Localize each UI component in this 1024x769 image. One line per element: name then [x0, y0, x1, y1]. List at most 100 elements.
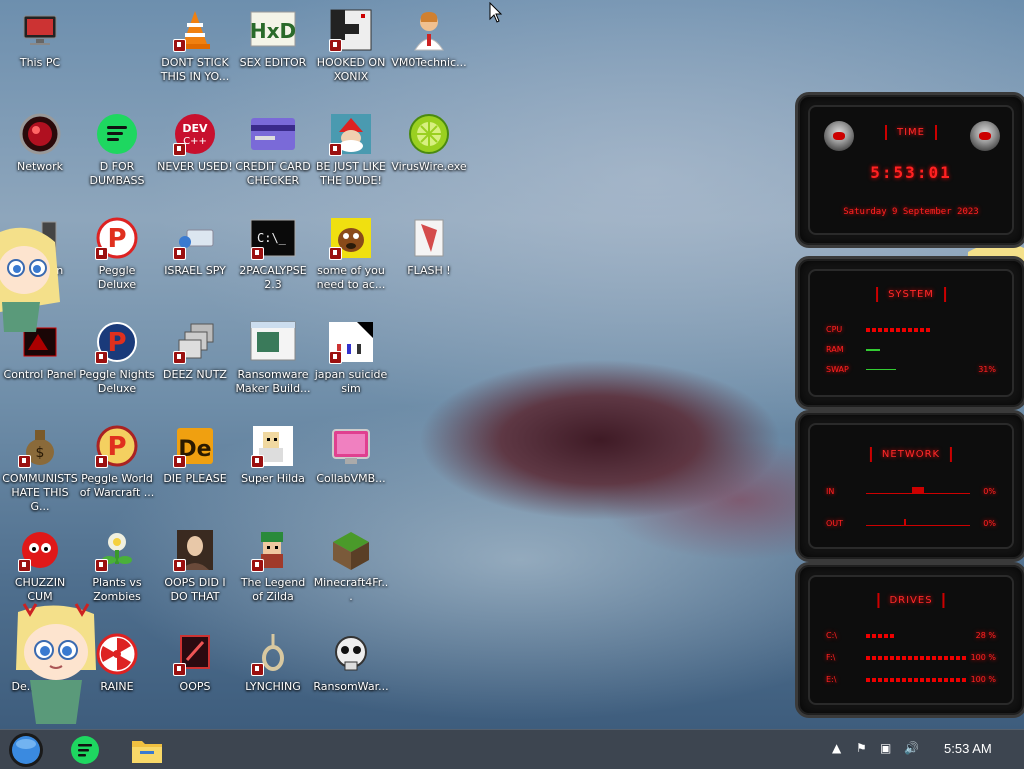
icon-label: DONT STICK THIS IN YO... [160, 56, 230, 83]
shortcut-badge-icon [95, 559, 108, 572]
desktop-icon-2pacalypse[interactable]: C:\_ 2PACALYPSE 2.3 [234, 214, 312, 292]
icon-label: japan suicide sim [314, 368, 388, 395]
minecraft-icon [327, 526, 375, 574]
desktop-icon-flash[interactable]: FLASH ! [390, 214, 468, 278]
desktop-icon-viruswire[interactable]: VirusWire.exe [390, 110, 468, 174]
doctor-icon [405, 6, 453, 54]
desktop-icon-sex-editor[interactable]: HxD SEX EDITOR [234, 6, 312, 70]
desktop-icon-ransomware-maker[interactable]: Ransomware Maker Build... [234, 318, 312, 396]
shortcut-badge-icon [173, 247, 186, 260]
desktop-icon-some-of-you[interactable]: some of you need to ac... [312, 214, 390, 292]
devcpp-icon: DEV C++ [171, 110, 219, 158]
in-value: 0% [983, 487, 996, 496]
system-title: SYSTEM [876, 287, 946, 302]
desktop-icon-oops-did-i[interactable]: OOPS DID I DO THAT [156, 526, 234, 604]
skull-icon [327, 630, 375, 678]
oops-icon [171, 630, 219, 678]
taskbar-pinned-chat[interactable] [62, 730, 108, 769]
desktop-icon-chuzzin[interactable]: CHUZZIN CUM [1, 526, 79, 604]
ransomware-maker-icon [249, 318, 297, 366]
mouse-cursor-icon [489, 2, 503, 23]
drive-value: 28 % [975, 631, 996, 640]
svg-text:$: $ [36, 445, 45, 461]
xonix-icon [327, 6, 375, 54]
desktop-icon-be-just-like-the-dude[interactable]: BE JUST LIKE THE DUDE! [312, 110, 390, 188]
discord-like-icon [93, 110, 141, 158]
desktop-icon-minecraft[interactable]: Minecraft4Fr... [312, 526, 390, 604]
desktop-icon-never-used[interactable]: DEV C++ NEVER USED! [156, 110, 234, 174]
icon-label: OOPS [179, 680, 211, 693]
widget-time-panel: TIME 5:53:01 Saturday 9 September 2023 [795, 92, 1024, 248]
icon-label: The Legend of Zilda [240, 576, 306, 603]
svg-text:P: P [107, 224, 126, 254]
desktop-icon-hooked-on-xonix[interactable]: HOOKED ON XONIX [312, 6, 390, 84]
widget-network-panel: NETWORK IN 0% OUT 0% [795, 410, 1024, 562]
svg-text:DEV: DEV [182, 122, 208, 135]
swap-bar [866, 369, 896, 370]
shortcut-badge-icon [18, 559, 31, 572]
desktop-icon-peggle-nights[interactable]: P Peggle Nights Deluxe [78, 318, 156, 396]
de-icon: De [171, 422, 219, 470]
desktop-icon-japan-suicide-sim[interactable]: japan suicide sim [312, 318, 390, 396]
shortcut-badge-icon [95, 455, 108, 468]
desktop-icon-dont-stick[interactable]: DONT STICK THIS IN YO... [156, 6, 234, 84]
svg-text:P: P [107, 328, 126, 358]
desktop-icon-collabvm[interactable]: CollabVMB... [312, 422, 390, 486]
icon-label: Peggle Deluxe [97, 264, 137, 291]
out-value: 0% [983, 519, 996, 528]
shortcut-badge-icon [95, 247, 108, 260]
time-value: 5:53:01 [870, 163, 952, 182]
hilda-icon [249, 422, 297, 470]
volume-icon[interactable]: 🔊 [904, 741, 919, 755]
desktop-icon-credit-card-checker[interactable]: CREDIT CARD CHECKER [234, 110, 312, 188]
desktop-icon-plants-vs-zombies[interactable]: Plants vs Zombies [78, 526, 156, 604]
alien-head-icon [824, 121, 854, 151]
svg-text:P: P [107, 432, 126, 462]
desktop-icon-die-please[interactable]: De DIE PLEASE [156, 422, 234, 486]
network-tray-icon[interactable]: ▣ [880, 741, 891, 755]
taskbar-pinned-file-explorer[interactable] [122, 730, 172, 769]
desktop-icon-deez-nutz[interactable]: DEEZ NUTZ [156, 318, 234, 382]
chevron-up-icon[interactable]: ▲ [832, 741, 841, 755]
out-graph [866, 525, 970, 526]
flash-icon [405, 214, 453, 262]
desktop-icon-ransomwar[interactable]: RansomWar... [312, 630, 390, 694]
shortcut-badge-icon [173, 559, 186, 572]
icon-label: This PC [19, 56, 61, 69]
desktop-icon-israel-spy[interactable]: ISRAEL SPY [156, 214, 234, 278]
icon-label: CollabVMB... [316, 472, 386, 485]
start-orb-icon [9, 732, 43, 767]
desktop-icon-communists[interactable]: $ COMMUNISTS HATE THIS G... [1, 422, 79, 514]
icon-label: Peggle Nights Deluxe [79, 368, 155, 395]
desktop-icon-this-pc[interactable]: This PC [1, 6, 79, 70]
icon-label: Super Hilda [241, 472, 305, 485]
start-button[interactable] [0, 730, 52, 769]
terminal-icon: C:\_ [249, 214, 297, 262]
desktop-icon-peggle-wow[interactable]: P Peggle World of Warcraft ... [78, 422, 156, 500]
desktop-icon-legend-of-zilda[interactable]: The Legend of Zilda [234, 526, 312, 604]
icon-label: NEVER USED! [157, 160, 233, 173]
desktop-icon-super-hilda[interactable]: Super Hilda [234, 422, 312, 486]
peggle-wow-icon: P [93, 422, 141, 470]
in-label: IN [826, 487, 835, 496]
desktop-icon-peggle-deluxe[interactable]: P Peggle Deluxe [78, 214, 156, 292]
desktop-icon-oops[interactable]: OOPS [156, 630, 234, 694]
icon-label: BE JUST LIKE THE DUDE! [315, 160, 387, 187]
desktop-icon-network[interactable]: Network [1, 110, 79, 174]
collabvm-icon [327, 422, 375, 470]
shortcut-badge-icon [329, 143, 342, 156]
pvz-icon [93, 526, 141, 574]
desktop: This PC Network Bin Control Panel $ COMM… [0, 0, 1024, 729]
credit-card-icon [249, 110, 297, 158]
cartoon-character-left-top [0, 227, 60, 332]
desktop-icon-d-for-dumbass[interactable]: D FOR DUMBASS [78, 110, 156, 188]
shortcut-badge-icon [173, 351, 186, 364]
icon-label: Network [17, 160, 63, 173]
desktop-icon-lynching[interactable]: LYNCHING [234, 630, 312, 694]
desktop-icon-vm0technic[interactable]: VM0Technic... [390, 6, 468, 70]
flag-icon[interactable]: ⚑ [856, 741, 867, 755]
shortcut-badge-icon [251, 559, 264, 572]
widget-drives-panel: DRIVES C:\ 28 % F:\ 100 % E:\ 100 % [795, 562, 1024, 718]
zelda-icon [249, 526, 297, 574]
taskbar-clock[interactable]: 5:53 AM [944, 741, 992, 756]
